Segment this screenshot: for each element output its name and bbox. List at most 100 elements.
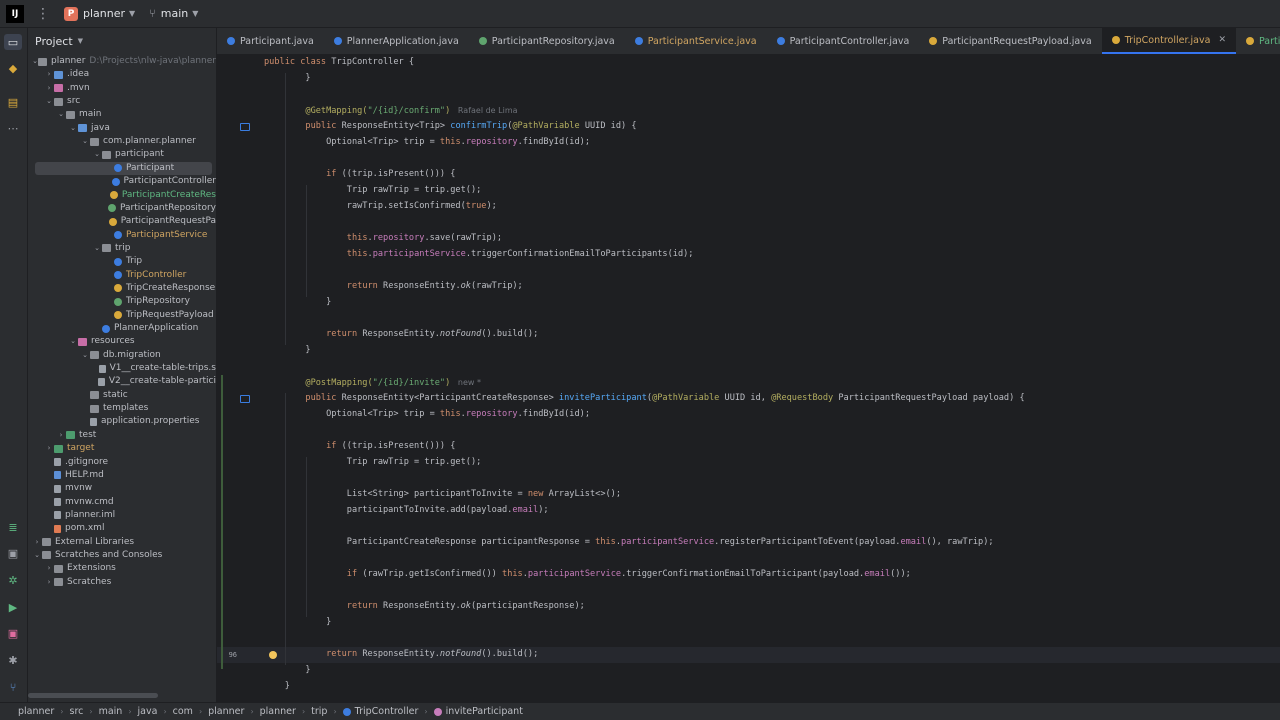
chevron-down-icon[interactable]: ⌄	[92, 242, 102, 255]
chevron-down-icon[interactable]: ⌄	[44, 95, 54, 108]
tree-item[interactable]: › test	[28, 429, 216, 442]
tree-item[interactable]: application.properties	[28, 415, 216, 428]
database-icon[interactable]: ≣	[4, 519, 22, 535]
code-editor[interactable]: 96 public class TripController { } @GetM…	[217, 55, 1280, 701]
chevron-down-icon[interactable]: ⌄	[92, 148, 102, 161]
chevron-down-icon[interactable]: ⌄	[68, 122, 78, 135]
tree-item[interactable]: › target	[28, 442, 216, 455]
endpoint-gutter-icon[interactable]	[240, 123, 250, 131]
chevron-right-icon[interactable]: ›	[44, 442, 54, 455]
endpoint-gutter-icon[interactable]	[240, 395, 250, 403]
chevron-down-icon[interactable]: ▼	[78, 37, 83, 45]
git-icon[interactable]: ⑂	[4, 679, 22, 695]
tree-item[interactable]: › .mvn	[28, 82, 216, 95]
breadcrumb-item[interactable]: trip	[311, 706, 327, 717]
tree-item[interactable]: V1__create-table-trips.s	[28, 362, 216, 375]
chevron-down-icon[interactable]: ▼	[129, 9, 135, 18]
editor-tab[interactable]: ParticipantRepository.java	[469, 28, 625, 54]
tree-item[interactable]: ⌄ db.migration	[28, 349, 216, 362]
tree-item[interactable]: › External Libraries	[28, 536, 216, 549]
tree-item[interactable]: › Scratches	[28, 576, 216, 589]
tree-item[interactable]: .gitignore	[28, 456, 216, 469]
commit-icon[interactable]: ◆	[4, 60, 22, 76]
breadcrumb-item[interactable]: src	[70, 706, 84, 717]
project-selector[interactable]: planner	[83, 7, 125, 20]
tree-item[interactable]: mvnw	[28, 482, 216, 495]
chevron-right-icon[interactable]: ›	[44, 82, 54, 95]
tree-item[interactable]: static	[28, 389, 216, 402]
run-icon[interactable]: ▶	[4, 599, 22, 615]
tree-item[interactable]: ⌄ resources	[28, 335, 216, 348]
tree-item[interactable]: ⌄ main	[28, 108, 216, 121]
author-inlay-hint[interactable]: new *	[450, 378, 481, 387]
tree-item[interactable]: ParticipantCreateRes	[28, 189, 216, 202]
branch-selector[interactable]: main	[161, 7, 188, 20]
tree-item[interactable]: templates	[28, 402, 216, 415]
tree-item[interactable]: ParticipantRequestPa	[28, 215, 216, 228]
settings-gear-icon[interactable]: ✲	[4, 572, 22, 588]
tree-item[interactable]: Participant	[35, 161, 212, 175]
breadcrumb-item[interactable]: planner	[208, 706, 244, 717]
tree-item[interactable]: TripCreateResponse	[28, 282, 216, 295]
editor-tab[interactable]: ParticipantRequestPayload.java	[919, 28, 1101, 54]
breadcrumb-item[interactable]: com	[173, 706, 193, 717]
close-icon[interactable]: ✕	[1218, 35, 1226, 45]
tree-item[interactable]: ⌄ participant	[28, 148, 216, 161]
chevron-down-icon[interactable]: ⌄	[68, 335, 78, 348]
tree-item[interactable]: ⌄ com.planner.planner	[28, 135, 216, 148]
tree-item[interactable]: › .idea	[28, 68, 216, 81]
chevron-right-icon[interactable]: ›	[32, 536, 42, 549]
chevron-down-icon[interactable]: ⌄	[80, 135, 90, 148]
editor-tab[interactable]: ParticipantService.java	[625, 28, 767, 54]
project-panel-header[interactable]: Project ▼	[28, 28, 216, 54]
tree-item[interactable]: V2__create-table-partici	[28, 375, 216, 388]
breadcrumb-item[interactable]: planner	[260, 706, 296, 717]
project-view-icon[interactable]: ▭	[4, 34, 22, 50]
main-menu-icon[interactable]: ⋮	[36, 6, 50, 22]
breadcrumb-item[interactable]: main	[99, 706, 123, 717]
editor-tab[interactable]: ParticipantController.java	[767, 28, 920, 54]
chevron-right-icon[interactable]: ›	[44, 576, 54, 589]
tree-item[interactable]: PlannerApplication	[28, 322, 216, 335]
tree-item[interactable]: TripRepository	[28, 295, 216, 308]
terminal-icon[interactable]: ▣	[4, 625, 22, 641]
vcs-change-marker[interactable]	[221, 375, 223, 669]
breadcrumb-item[interactable]: planner	[18, 706, 54, 717]
chevron-right-icon[interactable]: ›	[44, 562, 54, 575]
chevron-right-icon[interactable]: ›	[56, 429, 66, 442]
services-icon[interactable]: ▣	[4, 545, 22, 561]
editor-tab[interactable]: Participant.java	[217, 28, 324, 54]
chevron-down-icon[interactable]: ⌄	[32, 549, 42, 562]
tree-item[interactable]: ParticipantService	[28, 229, 216, 242]
tree-item[interactable]: ParticipantController	[28, 175, 216, 188]
tree-item[interactable]: › Extensions	[28, 562, 216, 575]
tree-item[interactable]: ⌄ planner D:\Projects\nlw-java\planner	[28, 55, 216, 68]
tree-item[interactable]: Trip	[28, 255, 216, 268]
breadcrumb-item[interactable]: java	[138, 706, 158, 717]
tree-item[interactable]: ⌄ src	[28, 95, 216, 108]
tree-item[interactable]: planner.iml	[28, 509, 216, 522]
chevron-down-icon[interactable]: ⌄	[80, 349, 90, 362]
more-tools-icon[interactable]: ⋯	[4, 120, 22, 136]
editor-tab[interactable]: TripController.java ✕	[1101, 28, 1236, 54]
tree-item[interactable]: ⌄ trip	[28, 242, 216, 255]
tree-item[interactable]: mvnw.cmd	[28, 496, 216, 509]
structure-icon[interactable]: ▤	[4, 94, 22, 110]
chevron-right-icon[interactable]: ›	[44, 68, 54, 81]
tree-item[interactable]: ⌄ java	[28, 122, 216, 135]
breadcrumb-item[interactable]: inviteParticipant	[446, 706, 523, 717]
editor-tab[interactable]: PlannerApplication.java	[324, 28, 469, 54]
tree-item[interactable]: ⌄ Scratches and Consoles	[28, 549, 216, 562]
project-tree-scrollbar[interactable]	[28, 693, 158, 698]
breadcrumb-item[interactable]: TripController	[355, 706, 419, 717]
editor-gutter[interactable]: 96	[217, 55, 277, 701]
author-inlay-hint[interactable]: Rafael de Lima	[450, 106, 518, 115]
tree-item[interactable]: TripController	[28, 269, 216, 282]
tree-item[interactable]: HELP.md	[28, 469, 216, 482]
editor-tab[interactable]: ParticipantCreateRe	[1236, 28, 1280, 54]
tree-item[interactable]: TripRequestPayload	[28, 309, 216, 322]
chevron-down-icon[interactable]: ▼	[192, 9, 198, 18]
chevron-down-icon[interactable]: ⌄	[56, 108, 66, 121]
tree-item[interactable]: ParticipantRepository	[28, 202, 216, 215]
tree-item[interactable]: pom.xml	[28, 522, 216, 535]
